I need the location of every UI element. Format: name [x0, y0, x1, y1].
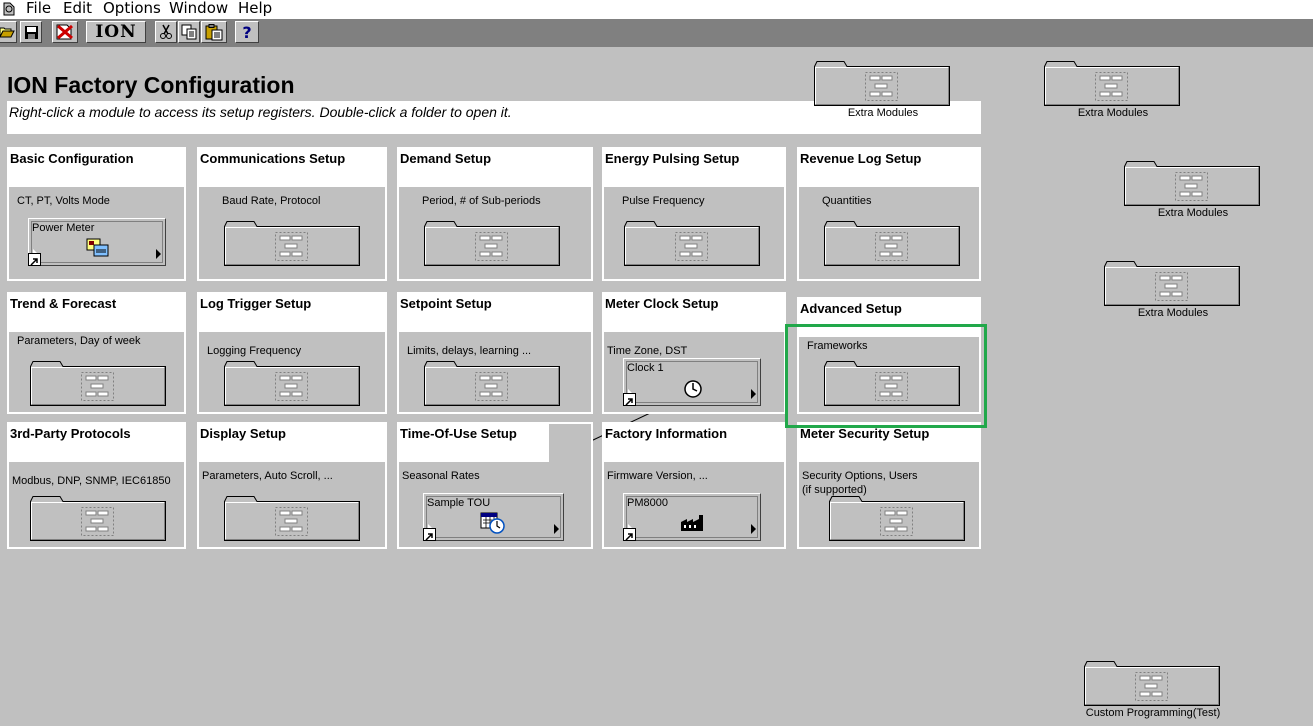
panel-description: CT, PT, Volts Mode [17, 195, 110, 207]
panel-title: Basic Configuration [10, 151, 134, 166]
folder-icon [624, 221, 760, 266]
panel-description: Seasonal Rates [402, 470, 480, 482]
panel-description: Limits, delays, learning ... [407, 345, 532, 357]
folder[interactable] [624, 220, 760, 266]
pm8000-module[interactable]: PM8000 [623, 493, 761, 541]
folder-icon [224, 496, 360, 541]
folder-icon [814, 61, 950, 106]
panel-description: Modbus, DNP, SNMP, IEC61850 [12, 475, 171, 487]
folder-icon [30, 361, 166, 406]
panel-description: Quantities [822, 195, 872, 207]
calendar-clock-icon [480, 512, 505, 534]
panel-title: 3rd-Party Protocols [10, 426, 131, 441]
folder-caption: Extra Modules [1137, 307, 1209, 319]
shortcut-link-icon [28, 253, 41, 266]
panel-description: Pulse Frequency [622, 195, 705, 207]
folder[interactable] [1044, 60, 1180, 106]
panel-description: Logging Frequency [207, 345, 302, 357]
folder-icon [224, 221, 360, 266]
folder-icon [1084, 661, 1220, 706]
shortcut-link-icon [623, 393, 636, 406]
folder-icon [829, 496, 965, 541]
panel-3rd-party-protocols: 3rd-Party Protocols Modbus, DNP, SNMP, I… [7, 422, 186, 549]
panel-factory-information: Factory Information Firmware Version, ..… [602, 422, 786, 549]
folder-icon [1044, 61, 1180, 106]
panel-display-setup: Display Setup Parameters, Auto Scroll, .… [197, 422, 387, 549]
folder-caption: Custom Programming(Test) [1085, 707, 1221, 719]
folder-icon [1124, 161, 1260, 206]
power-meter-module[interactable]: Power Meter [28, 218, 166, 266]
panel-title: Communications Setup [200, 151, 346, 166]
panel-description: Firmware Version, ... [607, 470, 708, 482]
panel-energy-pulsing-setup: Energy Pulsing Setup Pulse Frequency [602, 147, 786, 281]
module-label: Power Meter [32, 222, 95, 234]
panel-description: Time Zone, DST [607, 345, 688, 357]
panel-title: Display Setup [200, 426, 286, 441]
folder-icon [1104, 261, 1240, 306]
panel-trend-forecast: Trend & Forecast Parameters, Day of week [7, 292, 186, 414]
folder[interactable] [424, 360, 560, 406]
folder[interactable] [224, 220, 360, 266]
module-label: PM8000 [627, 497, 668, 509]
panel-title: Meter Clock Setup [605, 296, 719, 311]
folder-caption: Extra Modules [847, 107, 919, 119]
panel-title: Time-Of-Use Setup [400, 426, 517, 441]
panel-setpoint-setup: Setpoint Setup Limits, delays, learning … [397, 292, 593, 414]
folder-caption: Extra Modules [1077, 107, 1149, 119]
power-meter-icon [86, 238, 109, 257]
sample-tou-module[interactable]: Sample TOU [423, 493, 564, 541]
panel-title: Advanced Setup [800, 301, 902, 316]
panel-description: Baud Rate, Protocol [222, 195, 321, 207]
panel-time-of-use-setup: Time-Of-Use Setup Seasonal Rates Sample … [397, 422, 593, 549]
folder-icon [824, 221, 960, 266]
folder-icon [424, 221, 560, 266]
folder-icon [424, 361, 560, 406]
folder[interactable] [1084, 660, 1220, 706]
panel-description: Parameters, Day of week [17, 335, 141, 347]
panel-demand-setup: Demand Setup Period, # of Sub-periods [397, 147, 593, 281]
panel-meter-clock-setup: Meter Clock Setup Time Zone, DST Clock 1 [602, 292, 786, 414]
highlight-box [785, 324, 987, 428]
panel-title: Trend & Forecast [10, 296, 117, 311]
panel-title: Meter Security Setup [800, 426, 930, 441]
folder-icon [30, 496, 166, 541]
panel-meter-security-setup: Meter Security Setup Security Options, U… [797, 422, 981, 549]
shortcut-link-icon [623, 528, 636, 541]
panel-title: Energy Pulsing Setup [605, 151, 740, 166]
panel-title: Setpoint Setup [400, 296, 492, 311]
folder[interactable] [824, 220, 960, 266]
panel-title: Revenue Log Setup [800, 151, 922, 166]
module-label: Sample TOU [427, 497, 491, 509]
folder[interactable] [814, 60, 950, 106]
folder[interactable] [424, 220, 560, 266]
panel-communications-setup: Communications Setup Baud Rate, Protocol [197, 147, 387, 281]
shortcut-link-icon [423, 528, 436, 541]
panel-title: Log Trigger Setup [200, 296, 312, 311]
panel-title: Factory Information [605, 426, 728, 441]
folder[interactable] [1124, 160, 1260, 206]
panel-basic-configuration: Basic Configuration CT, PT, Volts Mode P… [7, 147, 186, 281]
folder[interactable] [829, 495, 965, 541]
clock-icon [684, 380, 702, 398]
panel-description: Period, # of Sub-periods [422, 195, 541, 207]
panel-description: Parameters, Auto Scroll, ... [202, 470, 333, 482]
folder[interactable] [224, 495, 360, 541]
clock-module[interactable]: Clock 1 [623, 358, 761, 406]
folder[interactable] [1104, 260, 1240, 306]
panel-log-trigger-setup: Log Trigger Setup Logging Frequency [197, 292, 387, 414]
panel-title: Demand Setup [400, 151, 492, 166]
panel-revenue-log-setup: Revenue Log Setup Quantities [797, 147, 981, 281]
folder-caption: Extra Modules [1157, 207, 1229, 219]
module-label: Clock 1 [627, 362, 664, 374]
folder[interactable] [30, 495, 166, 541]
folder[interactable] [224, 360, 360, 406]
folder[interactable] [30, 360, 166, 406]
folder-icon [224, 361, 360, 406]
factory-icon [681, 515, 703, 531]
panel-description: Security Options, Users [802, 470, 918, 482]
